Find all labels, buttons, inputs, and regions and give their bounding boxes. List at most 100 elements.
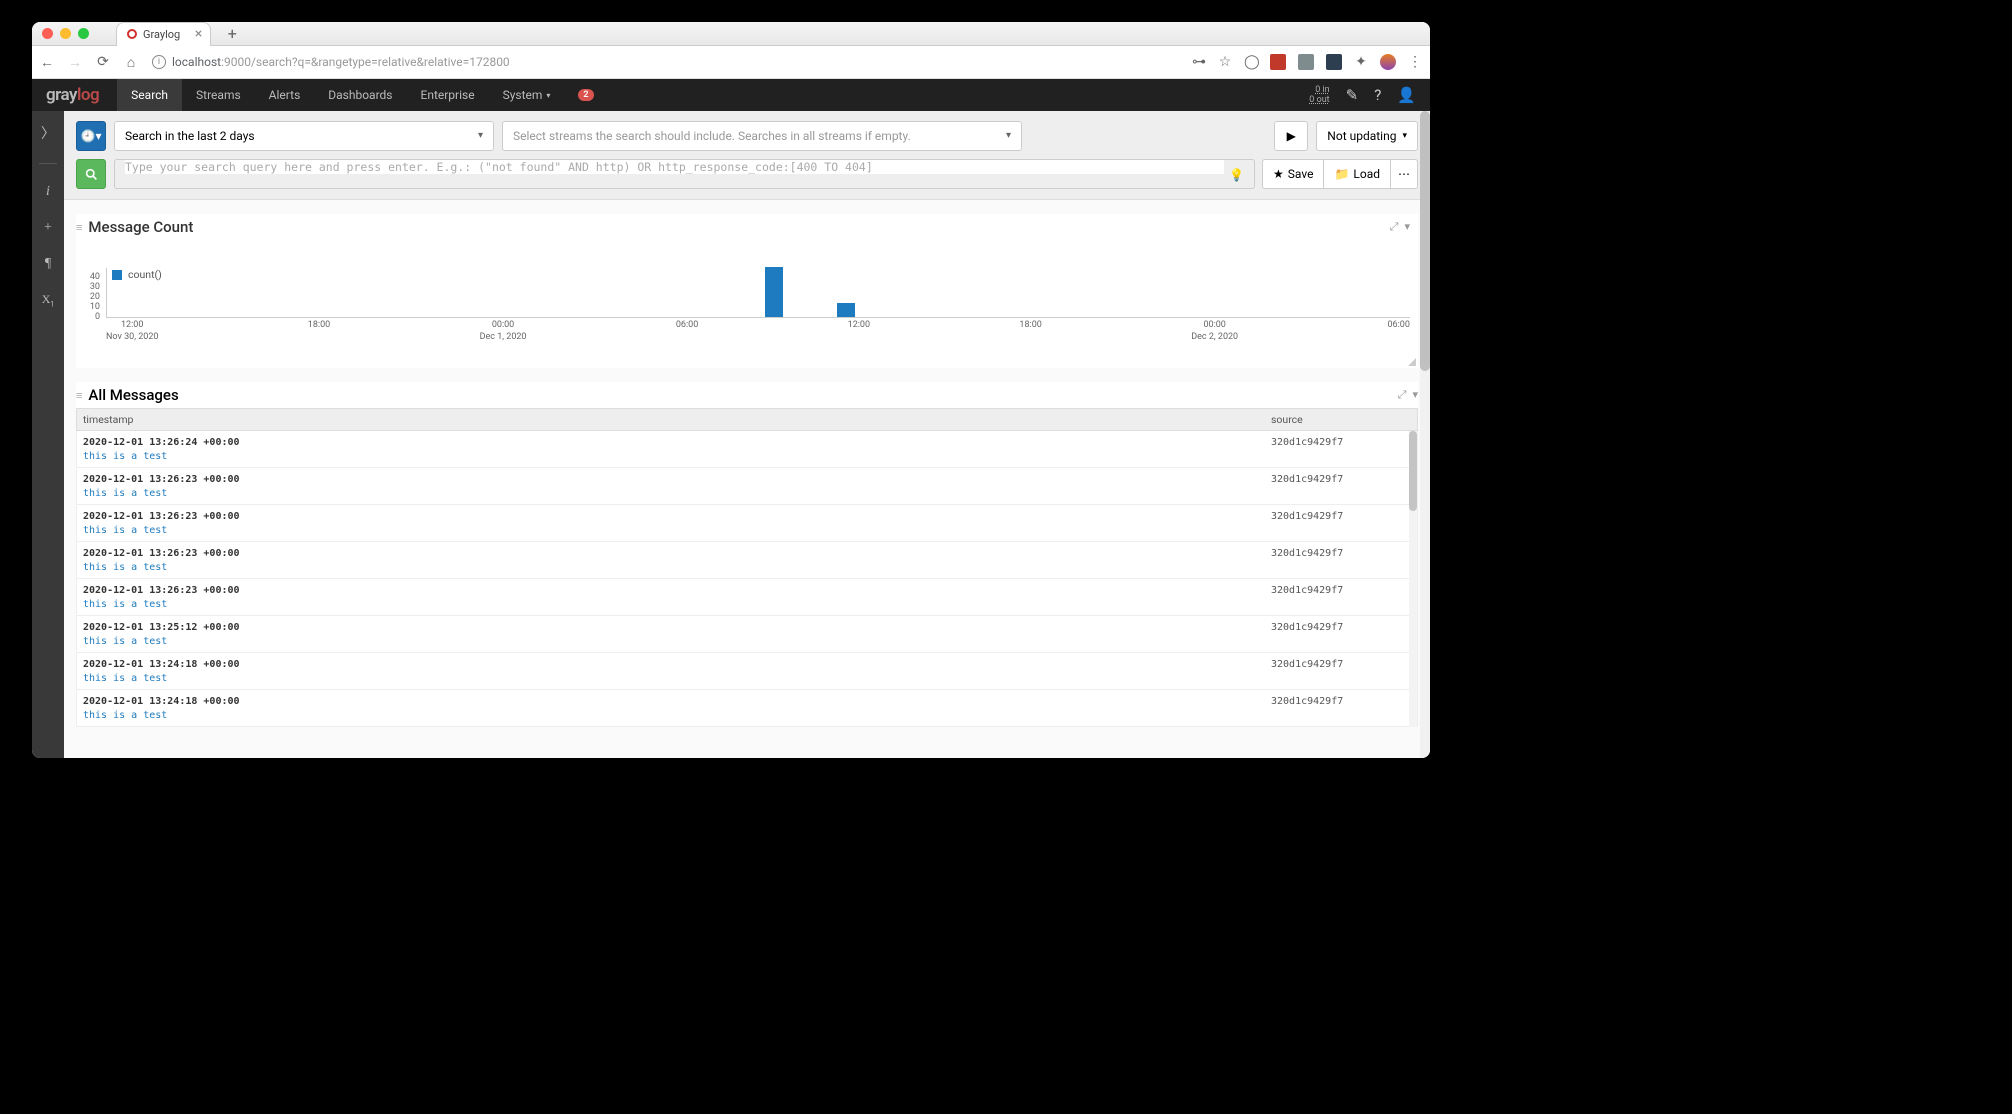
- lightbulb-icon[interactable]: 💡: [1229, 168, 1244, 182]
- extension-icon[interactable]: [1326, 54, 1342, 70]
- drag-handle-icon[interactable]: ≡: [76, 221, 82, 234]
- resize-handle[interactable]: [1406, 356, 1416, 366]
- message-body: this is a test: [83, 562, 1411, 573]
- search-submit-button[interactable]: [76, 159, 106, 189]
- message-row[interactable]: 2020-12-01 13:26:23 +00:00320d1c9429f7th…: [77, 579, 1417, 616]
- mac-fullscreen-button[interactable]: [78, 28, 89, 39]
- collapse-icon[interactable]: ⤢: [1390, 220, 1399, 234]
- info-icon[interactable]: i: [46, 184, 50, 200]
- new-tab-button[interactable]: +: [221, 24, 243, 43]
- extension-icon[interactable]: [1270, 54, 1286, 70]
- message-source: 320d1c9429f7: [1271, 511, 1411, 522]
- th-timestamp[interactable]: timestamp: [83, 413, 1271, 426]
- variable-icon[interactable]: X1: [42, 292, 55, 308]
- message-body: this is a test: [83, 525, 1411, 536]
- user-icon[interactable]: 👤: [1397, 86, 1416, 104]
- message-row[interactable]: 2020-12-01 13:26:24 +00:00320d1c9429f7th…: [77, 431, 1417, 468]
- notification-badge[interactable]: 2: [578, 89, 593, 101]
- message-row[interactable]: 2020-12-01 13:26:23 +00:00320d1c9429f7 th…: [77, 505, 1417, 542]
- message-source: 320d1c9429f7: [1271, 696, 1411, 707]
- x-tick: 12:00Nov 30, 2020: [106, 320, 158, 342]
- messages-scrollbar[interactable]: [1409, 431, 1417, 727]
- mac-minimize-button[interactable]: [60, 28, 71, 39]
- search-query-input[interactable]: 💡: [114, 159, 1255, 189]
- message-source: 320d1c9429f7: [1271, 548, 1411, 559]
- browser-menu-icon[interactable]: ⋮: [1408, 54, 1422, 70]
- browser-tab[interactable]: Graylog ×: [116, 22, 211, 46]
- edit-icon[interactable]: ✎: [1346, 86, 1359, 104]
- browser-window: Graylog × + ← → ⟳ ⌂ i localhost :9000/se…: [32, 22, 1430, 758]
- camera-icon[interactable]: ◯: [1244, 54, 1258, 70]
- chart-bar[interactable]: [837, 303, 855, 317]
- back-icon[interactable]: ←: [40, 54, 54, 71]
- graylog-logo[interactable]: graylog: [46, 85, 99, 105]
- nav-alerts[interactable]: Alerts: [255, 79, 315, 111]
- message-row[interactable]: 2020-12-01 13:26:23 +00:00320d1c9429f7 th…: [77, 542, 1417, 579]
- message-row[interactable]: 2020-12-01 13:25:12 +00:00320d1c9429f7th…: [77, 616, 1417, 653]
- streams-select[interactable]: Select streams the search should include…: [502, 121, 1022, 151]
- paragraph-icon[interactable]: ¶: [45, 256, 51, 272]
- nav-streams[interactable]: Streams: [182, 79, 255, 111]
- key-icon[interactable]: ⊶: [1192, 54, 1206, 70]
- panel-menu-icon[interactable]: ▾: [1404, 220, 1410, 234]
- time-range-select[interactable]: Search in the last 2 days: [114, 121, 494, 151]
- star-icon[interactable]: ☆: [1218, 54, 1232, 70]
- mac-close-button[interactable]: [42, 28, 53, 39]
- message-timestamp: 2020-12-01 13:26:23 +00:00: [83, 585, 1271, 596]
- refresh-interval-select[interactable]: Not updating ▾: [1316, 121, 1418, 151]
- all-messages-panel: ≡ All Messages ⤢ ▾ timestamp source 2020…: [76, 382, 1418, 727]
- message-source: 320d1c9429f7: [1271, 622, 1411, 633]
- message-row[interactable]: 2020-12-01 13:24:18 +00:00320d1c9429f7th…: [77, 653, 1417, 690]
- chart-plot-area: [106, 268, 1410, 318]
- main-content: 🕘▾ Search in the last 2 days Select stre…: [64, 111, 1430, 758]
- expand-sidebar-icon[interactable]: 〉: [41, 123, 55, 143]
- chevron-down-icon: ▾: [1402, 131, 1407, 141]
- tab-title: Graylog: [143, 28, 180, 41]
- site-info-icon[interactable]: i: [152, 55, 166, 69]
- load-search-button[interactable]: 📁 Load: [1323, 159, 1391, 189]
- add-icon[interactable]: +: [44, 220, 52, 236]
- save-search-button[interactable]: ★ Save: [1262, 159, 1324, 189]
- messages-table-body: 2020-12-01 13:26:24 +00:00320d1c9429f7th…: [76, 431, 1418, 727]
- throughput-indicator: 0 in 0 out: [1309, 85, 1329, 105]
- reload-icon[interactable]: ⟳: [96, 54, 110, 70]
- nav-system[interactable]: System▾: [489, 79, 565, 111]
- url-host: localhost: [172, 55, 221, 69]
- nav-search[interactable]: Search: [117, 79, 182, 111]
- extensions-puzzle-icon[interactable]: ✦: [1354, 54, 1368, 70]
- tab-close-icon[interactable]: ×: [195, 26, 202, 42]
- url-bar[interactable]: i localhost :9000/search?q=&rangetype=re…: [152, 55, 1178, 69]
- help-icon[interactable]: ?: [1374, 86, 1381, 104]
- nav-dashboards[interactable]: Dashboards: [314, 79, 406, 111]
- chart-bar[interactable]: [765, 267, 783, 317]
- panel-menu-icon[interactable]: ▾: [1412, 388, 1418, 402]
- main-scrollbar[interactable]: [1420, 111, 1430, 758]
- profile-avatar[interactable]: [1380, 54, 1396, 70]
- time-range-button[interactable]: 🕘▾: [76, 121, 106, 151]
- x-tick: 12:00: [848, 320, 870, 342]
- message-row[interactable]: 2020-12-01 13:24:18 +00:00320d1c9429f7th…: [77, 690, 1417, 727]
- tab-favicon: [127, 29, 137, 39]
- scrollbar-thumb[interactable]: [1409, 431, 1417, 511]
- message-timestamp: 2020-12-01 13:26:23 +00:00: [83, 548, 1271, 559]
- extension-icon[interactable]: [1298, 54, 1314, 70]
- home-icon[interactable]: ⌂: [124, 54, 138, 71]
- message-body: this is a test: [83, 710, 1411, 721]
- message-timestamp: 2020-12-01 13:26:23 +00:00: [83, 511, 1271, 522]
- more-actions-button[interactable]: ⋯: [1390, 159, 1418, 189]
- th-source[interactable]: source: [1271, 413, 1411, 426]
- y-axis: 403020100: [76, 272, 100, 314]
- collapse-icon[interactable]: ⤢: [1398, 388, 1407, 402]
- run-search-button[interactable]: ▶: [1274, 121, 1308, 151]
- forward-icon[interactable]: →: [68, 54, 82, 71]
- query-field[interactable]: [125, 160, 1224, 174]
- drag-handle-icon[interactable]: ≡: [76, 389, 82, 402]
- message-body: this is a test: [83, 488, 1411, 499]
- message-source: 320d1c9429f7: [1271, 585, 1411, 596]
- x-tick: 18:00: [1019, 320, 1041, 342]
- scrollbar-thumb[interactable]: [1420, 111, 1430, 371]
- nav-enterprise[interactable]: Enterprise: [407, 79, 489, 111]
- browser-right-icons: ⊶ ☆ ◯ ✦ ⋮: [1192, 54, 1422, 70]
- message-row[interactable]: 2020-12-01 13:26:23 +00:00320d1c9429f7th…: [77, 468, 1417, 505]
- message-timestamp: 2020-12-01 13:26:23 +00:00: [83, 474, 1271, 485]
